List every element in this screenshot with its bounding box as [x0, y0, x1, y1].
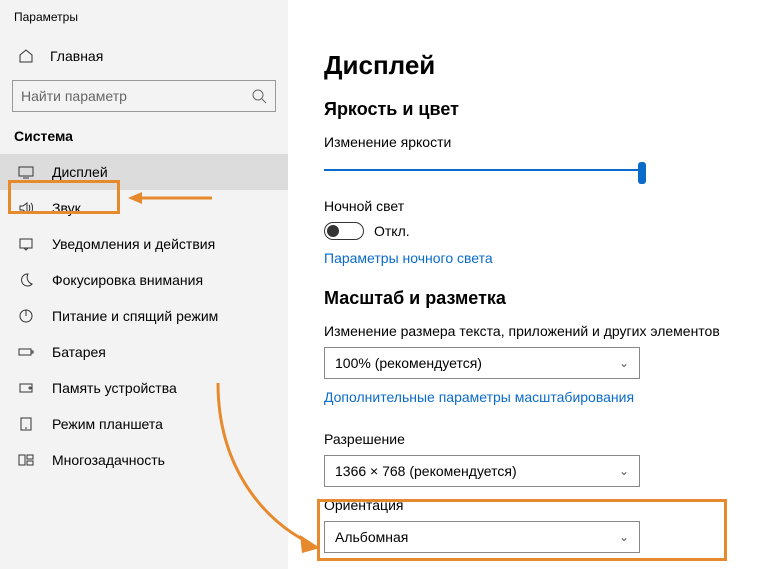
sidebar-item-label: Режим планшета	[52, 416, 163, 432]
tablet-icon	[18, 416, 34, 432]
night-light-state: Откл.	[374, 223, 410, 239]
section-scale: Масштаб и разметка	[324, 288, 732, 309]
sidebar-item-label: Батарея	[52, 344, 106, 360]
night-light-label: Ночной свет	[324, 198, 732, 214]
scale-value: 100% (рекомендуется)	[335, 355, 482, 371]
sidebar-item-notifications[interactable]: Уведомления и действия	[0, 226, 288, 262]
power-icon	[18, 308, 34, 324]
chevron-down-icon: ⌄	[619, 464, 629, 478]
sidebar-item-storage[interactable]: Память устройства	[0, 370, 288, 406]
brightness-label: Изменение яркости	[324, 134, 732, 150]
sidebar-item-battery[interactable]: Батарея	[0, 334, 288, 370]
slider-thumb[interactable]	[638, 162, 646, 184]
sound-icon	[18, 200, 34, 216]
display-icon	[18, 164, 34, 180]
toggle-knob	[327, 225, 339, 237]
advanced-scale-link[interactable]: Дополнительные параметры масштабирования	[324, 389, 634, 405]
search-icon	[251, 88, 267, 104]
sidebar-item-label: Фокусировка внимания	[52, 272, 203, 288]
night-light-toggle[interactable]	[324, 222, 364, 240]
sidebar-item-tablet[interactable]: Режим планшета	[0, 406, 288, 442]
battery-icon	[18, 344, 34, 360]
home-icon	[18, 48, 34, 64]
sidebar-item-label: Питание и спящий режим	[52, 308, 218, 324]
sidebar-item-focus[interactable]: Фокусировка внимания	[0, 262, 288, 298]
sidebar-item-label: Уведомления и действия	[52, 236, 215, 252]
storage-icon	[18, 380, 34, 396]
sidebar-item-label: Многозадачность	[52, 452, 165, 468]
search-placeholder: Найти параметр	[21, 88, 127, 104]
sidebar-home-label: Главная	[50, 48, 103, 64]
resolution-select[interactable]: 1366 × 768 (рекомендуется) ⌄	[324, 455, 640, 487]
resolution-label: Разрешение	[324, 431, 732, 447]
moon-icon	[18, 272, 34, 288]
sidebar-item-sound[interactable]: Звук	[0, 190, 288, 226]
sidebar-item-multitask[interactable]: Многозадачность	[0, 442, 288, 478]
sidebar-item-label: Память устройства	[52, 380, 177, 396]
orientation-value: Альбомная	[335, 529, 408, 545]
page-title: Дисплей	[324, 50, 732, 81]
sidebar-section-title: Система	[0, 128, 288, 154]
sidebar-item-label: Дисплей	[52, 164, 108, 180]
sidebar-item-label: Звук	[52, 200, 81, 216]
notifications-icon	[18, 236, 34, 252]
scale-select[interactable]: 100% (рекомендуется) ⌄	[324, 347, 640, 379]
resolution-value: 1366 × 768 (рекомендуется)	[335, 463, 517, 479]
sidebar-item-power[interactable]: Питание и спящий режим	[0, 298, 288, 334]
chevron-down-icon: ⌄	[619, 356, 629, 370]
sidebar: Параметры Главная Найти параметр Система…	[0, 0, 288, 569]
multitask-icon	[18, 452, 34, 468]
content-area: Дисплей Яркость и цвет Изменение яркости…	[288, 0, 768, 569]
chevron-down-icon: ⌄	[619, 530, 629, 544]
search-input[interactable]: Найти параметр	[12, 80, 276, 112]
orientation-label: Ориентация	[324, 497, 732, 513]
night-light-settings-link[interactable]: Параметры ночного света	[324, 250, 493, 266]
orientation-select[interactable]: Альбомная ⌄	[324, 521, 640, 553]
sidebar-home[interactable]: Главная	[0, 38, 288, 74]
slider-track	[324, 169, 640, 171]
window-title: Параметры	[0, 10, 288, 38]
brightness-slider[interactable]	[324, 158, 640, 182]
sidebar-item-display[interactable]: Дисплей	[0, 154, 288, 190]
scale-label: Изменение размера текста, приложений и д…	[324, 323, 732, 339]
section-brightness: Яркость и цвет	[324, 99, 732, 120]
